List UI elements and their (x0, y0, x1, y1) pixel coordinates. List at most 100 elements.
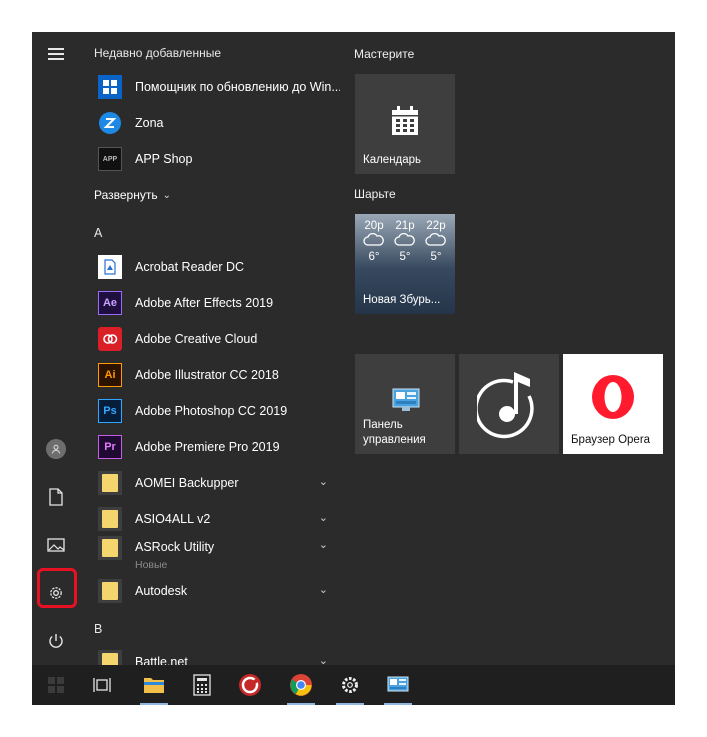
music-note-icon (477, 372, 534, 439)
tile-label: Календарь (363, 154, 422, 166)
chevron-down-icon: ⌄ (318, 512, 328, 524)
chrome-button[interactable] (277, 665, 325, 705)
forecast-temp: 5° (430, 251, 442, 263)
taskbar (32, 665, 675, 705)
new-badge: Новые (135, 559, 168, 571)
folder-label: Autodesk (135, 584, 188, 598)
ccleaner-button[interactable] (226, 665, 274, 705)
folder-icon (98, 536, 122, 560)
file-explorer-icon (144, 678, 164, 693)
creative-cloud-icon (98, 327, 122, 351)
tile-group-title[interactable]: Шарьте (354, 187, 396, 201)
app-item-app-shop[interactable]: APP APP Shop (88, 141, 340, 177)
active-indicator (287, 703, 315, 705)
folder-icon (98, 650, 122, 665)
zona-icon (98, 111, 122, 135)
power-icon (49, 634, 63, 648)
forecast-item: 21р 5° (392, 220, 418, 263)
app-label: Acrobat Reader DC (135, 260, 245, 274)
recently-added-header: Недавно добавленные (94, 46, 222, 60)
folder-item-asrock[interactable]: ASRock Utility ⌄ Новые (88, 533, 340, 575)
opera-tile[interactable]: Браузер Opera (563, 354, 663, 454)
weather-tile[interactable]: 20р 6° 21р 5° 22р 5° Новая Збурь... (355, 214, 455, 314)
letter-b-header[interactable]: B (94, 622, 102, 636)
task-view-button[interactable] (78, 665, 126, 705)
settings-taskbar-button[interactable] (326, 665, 374, 705)
pictures-button[interactable] (36, 525, 76, 565)
expand-menu-button[interactable] (36, 34, 76, 74)
start-rail (32, 32, 80, 665)
control-panel-icon (387, 676, 409, 692)
app-item-battle-net[interactable]: Battle.net ⌄ (88, 644, 340, 665)
cloud-icon (425, 232, 446, 246)
folder-item-autodesk[interactable]: Autodesk ⌄ (88, 573, 340, 609)
app-label: Zona (135, 116, 164, 130)
control-panel-taskbar-button[interactable] (374, 665, 422, 705)
groove-music-tile[interactable] (459, 354, 559, 454)
folder-icon (98, 471, 122, 495)
menu-icon (48, 45, 64, 63)
cloud-icon (394, 232, 415, 246)
cc-cleaner-icon (239, 674, 261, 696)
chevron-down-icon: ⌄ (162, 189, 171, 201)
active-indicator (140, 703, 168, 705)
tiles-area: Мастерите Календарь Шарьте 20р 6° 21р 5°… (354, 32, 675, 665)
opera-logo-icon (592, 375, 634, 419)
task-view-icon (93, 678, 111, 692)
app-item-after-effects[interactable]: Ae Adobe After Effects 2019 (88, 285, 340, 321)
expand-button[interactable]: Развернуть ⌄ (94, 177, 340, 213)
folder-icon (98, 579, 122, 603)
documents-button[interactable] (36, 477, 76, 517)
folder-label: ASIO4ALL v2 (135, 512, 211, 526)
app-label: Adobe Illustrator CC 2018 (135, 368, 279, 382)
weather-forecast: 20р 6° 21р 5° 22р 5° (361, 220, 449, 263)
documents-icon (49, 488, 63, 506)
folder-item-aomei[interactable]: AOMEI Backupper ⌄ (88, 465, 340, 501)
app-item-premiere[interactable]: Pr Adobe Premiere Pro 2019 (88, 429, 340, 465)
premiere-icon: Pr (98, 435, 122, 459)
folder-label: ASRock Utility (135, 540, 215, 554)
after-effects-icon: Ae (98, 291, 122, 315)
tile-group-title[interactable]: Мастерите (354, 47, 414, 61)
chevron-down-icon: ⌄ (318, 584, 328, 596)
app-item-photoshop[interactable]: Ps Adobe Photoshop CC 2019 (88, 393, 340, 429)
folder-item-asio4all[interactable]: ASIO4ALL v2 ⌄ (88, 501, 340, 537)
calendar-tile[interactable]: Календарь (355, 74, 455, 174)
app-item-zona[interactable]: Zona (88, 105, 340, 141)
calculator-icon (193, 674, 211, 696)
app-list: Недавно добавленные Помощник по обновлен… (88, 32, 340, 665)
windows-start-icon (48, 677, 64, 693)
app-item-illustrator[interactable]: Ai Adobe Illustrator CC 2018 (88, 357, 340, 393)
forecast-item: 22р 5° (423, 220, 449, 263)
tile-label: Панель управления (363, 419, 426, 446)
control-panel-icon (392, 388, 420, 411)
calculator-button[interactable] (178, 665, 226, 705)
power-button[interactable] (36, 621, 76, 661)
start-button[interactable] (32, 665, 80, 705)
tile-label: Браузер Opera (571, 434, 651, 446)
letter-a-header[interactable]: A (94, 226, 102, 240)
file-explorer-button[interactable] (130, 665, 178, 705)
active-indicator (384, 703, 412, 705)
chevron-down-icon: ⌄ (318, 539, 328, 551)
app-label: Adobe After Effects 2019 (135, 296, 274, 310)
app-item-creative-cloud[interactable]: Adobe Creative Cloud (88, 321, 340, 357)
forecast-time: 21р (395, 220, 415, 232)
forecast-time: 22р (426, 220, 446, 232)
app-label: Adobe Premiere Pro 2019 (135, 440, 280, 454)
settings-highlight-box (37, 568, 77, 608)
app-label: Adobe Photoshop CC 2019 (135, 404, 288, 418)
illustrator-icon: Ai (98, 363, 122, 387)
active-indicator (336, 703, 364, 705)
control-panel-tile[interactable]: Панель управления (355, 354, 455, 454)
windows-logo-icon (98, 75, 122, 99)
user-account-button[interactable] (36, 429, 76, 469)
app-item-update-assistant[interactable]: Помощник по обновлению до Win... (88, 69, 340, 105)
app-label: Adobe Creative Cloud (135, 332, 258, 346)
forecast-temp: 5° (399, 251, 411, 263)
app-item-acrobat[interactable]: Acrobat Reader DC (88, 249, 340, 285)
chrome-icon (290, 674, 312, 696)
chevron-down-icon: ⌄ (318, 476, 328, 488)
pictures-icon (47, 538, 65, 552)
app-label: Battle.net (135, 655, 188, 665)
